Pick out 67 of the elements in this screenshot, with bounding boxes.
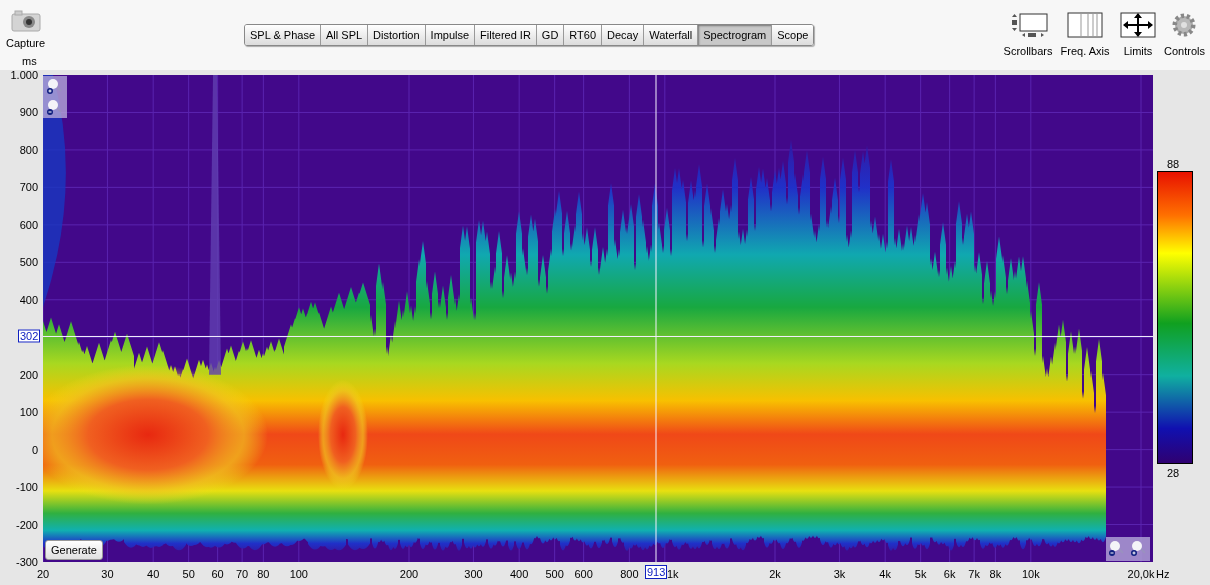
frequency-axis-icon <box>1067 12 1103 38</box>
generate-button[interactable]: Generate <box>45 540 103 560</box>
axis-tick-label: -300 <box>15 554 38 570</box>
view-tab[interactable]: Decay <box>602 25 645 45</box>
tool-button[interactable]: Limits <box>1116 12 1160 60</box>
axis-tick-label: 1.000 <box>10 67 38 83</box>
axis-tick-label: 600 <box>19 217 38 233</box>
zoom-out-button[interactable] <box>1109 540 1125 558</box>
view-tab[interactable]: All SPL <box>321 25 369 45</box>
limits-icon <box>1120 12 1156 38</box>
axis-tick-label: 0 <box>31 442 38 458</box>
scale-min-label: 28 <box>1167 466 1180 481</box>
view-tab[interactable]: Distortion <box>368 25 426 45</box>
axis-tick-label: 400 <box>19 292 38 308</box>
axis-tick-label: 8k <box>989 567 1002 582</box>
axis-tick-label: 300 <box>464 567 483 582</box>
view-tab[interactable]: Waterfall <box>644 25 699 45</box>
axis-tick-label: 200 <box>399 567 419 582</box>
axis-tick-label: -100 <box>15 479 38 495</box>
axis-tick-label: 100 <box>19 404 38 420</box>
view-tab[interactable]: Filtered IR <box>475 25 537 45</box>
axis-tick-label: 50 <box>182 567 195 582</box>
axis-tick-label: 70 <box>236 567 249 582</box>
zoom-out-button[interactable] <box>47 98 63 117</box>
axis-tick-label: 800 <box>19 142 38 158</box>
axis-tick-label: 400 <box>510 567 529 582</box>
axis-tick-label: 10k <box>1021 567 1040 582</box>
axis-tick-label: 100 <box>289 567 308 582</box>
axis-tick-label: 30 <box>101 567 114 582</box>
axis-tick-label: 20 <box>36 567 50 582</box>
axis-tick-label: 6k <box>943 567 956 582</box>
axis-tick-label: -200 <box>15 517 38 533</box>
axis-tick-label: 700 <box>19 180 38 196</box>
settings-icon <box>1171 12 1198 38</box>
axis-tick-label: 800 <box>620 567 639 582</box>
view-tab[interactable]: SPL & Phase <box>245 25 322 45</box>
axis-tick-label: 80 <box>257 567 270 582</box>
zoom-in-button[interactable] <box>1131 540 1147 558</box>
axis-tick-label: 500 <box>19 255 38 271</box>
axis-tick-label: 600 <box>574 567 593 582</box>
tool-button[interactable]: Controls <box>1164 12 1205 60</box>
view-tab[interactable]: RT60 <box>564 25 603 45</box>
axis-tick-label: 20,0k <box>1127 567 1155 582</box>
axis-tick-label: 200 <box>19 367 38 383</box>
axis-tick-label: 1k <box>667 567 679 582</box>
view-tab[interactable]: GD <box>536 25 565 45</box>
tool-button[interactable]: Scrollbars <box>1002 12 1054 60</box>
capture-button[interactable]: Capture <box>6 10 46 52</box>
axis-tick-label: 900 <box>19 105 38 121</box>
axis-tick-label: 2k <box>769 567 781 582</box>
scale-max-label: 88 <box>1167 157 1180 172</box>
view-tab[interactable]: Spectrogram <box>698 25 773 45</box>
axis-tick-label: 500 <box>545 567 564 582</box>
tool-button[interactable]: Freq. Axis <box>1058 12 1112 60</box>
axis-tick-label: 5k <box>914 567 927 582</box>
view-tab[interactable]: Impulse <box>425 25 476 45</box>
cursor-readout: 913 <box>645 565 668 579</box>
axis-tick-label: 60 <box>211 567 224 582</box>
axis-tick-label: 3k <box>833 567 846 582</box>
zoom-in-button[interactable] <box>47 77 63 96</box>
axis-tick-label: 7k <box>968 567 980 582</box>
view-tab[interactable]: Scope <box>772 25 814 45</box>
axis-tick-label: 4k <box>879 567 891 582</box>
axis-unit: ms <box>22 55 37 68</box>
axis-tick-label: 40 <box>147 567 160 582</box>
axis-unit: Hz <box>1156 567 1170 582</box>
cursor-readout: 302 <box>18 329 41 343</box>
